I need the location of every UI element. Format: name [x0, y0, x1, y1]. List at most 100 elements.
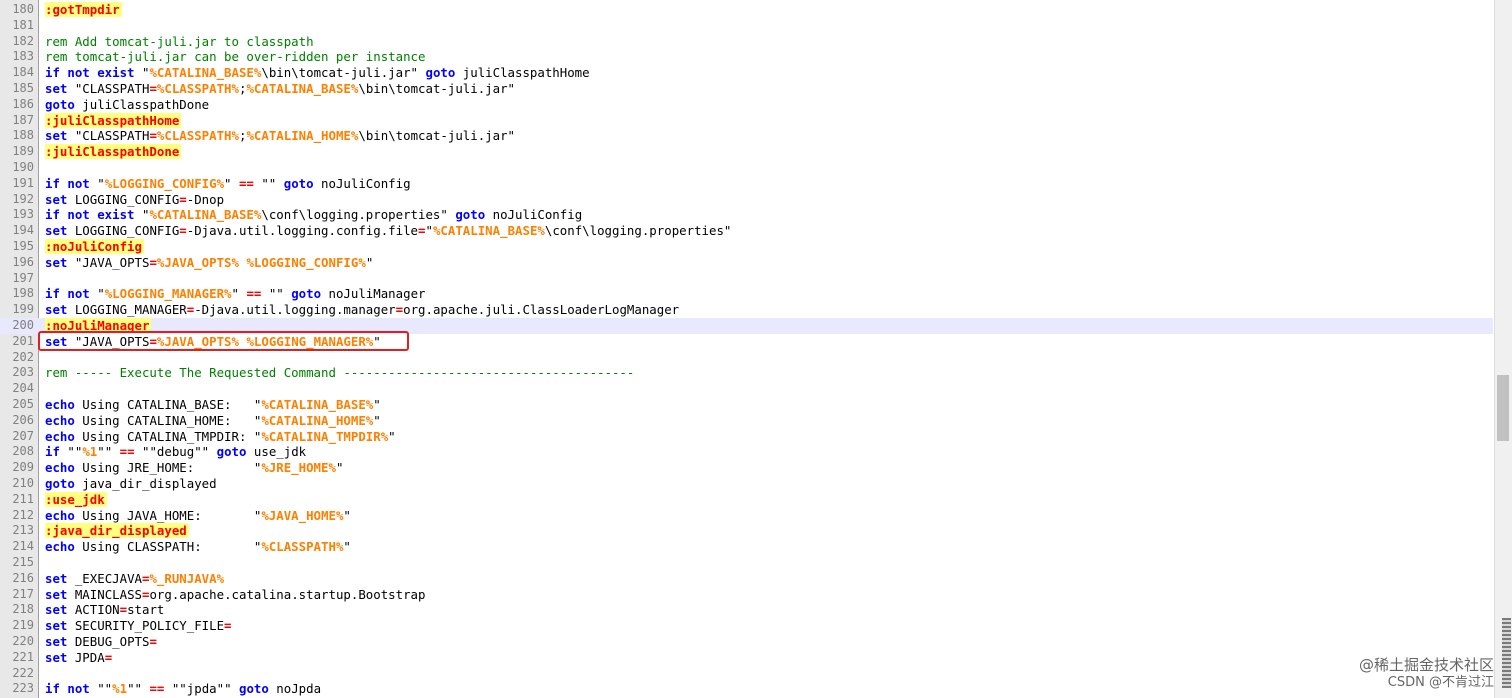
- code-line[interactable]: 223 if not ""%1"" == ""jpda"" goto noJpda: [0, 681, 1493, 697]
- code-line[interactable]: 194 set LOGGING_CONFIG=-Djava.util.loggin…: [0, 223, 1493, 239]
- code-token: set: [45, 649, 68, 665]
- vertical-scrollbar[interactable]: [1494, 0, 1512, 698]
- line-number: 195: [12, 239, 34, 253]
- code-line[interactable]: 202: [0, 350, 1493, 366]
- code-token: =: [149, 128, 157, 144]
- code-token: "": [127, 681, 150, 697]
- code-line[interactable]: 212 echo Using JAVA_HOME: "%JAVA_HOME%": [0, 508, 1493, 524]
- code-line[interactable]: 180:gotTmpdir: [0, 2, 1493, 18]
- code-line[interactable]: 217 set MAINCLASS=org.apache.catalina.sta…: [0, 587, 1493, 603]
- code-line[interactable]: 193 if not exist "%CATALINA_BASE%\conf\lo…: [0, 207, 1493, 223]
- line-number: 192: [12, 191, 34, 206]
- code-text: goto java_dir_displayed: [45, 476, 217, 492]
- code-token: goto: [425, 65, 456, 81]
- code-line[interactable]: 214 echo Using CLASSPATH: "%CLASSPATH%": [0, 539, 1493, 555]
- code-line[interactable]: 220 set DEBUG_OPTS=: [0, 634, 1493, 650]
- line-number: 201: [12, 333, 34, 348]
- code-line[interactable]: 216 set _EXECJAVA=%_RUNJAVA%: [0, 571, 1493, 587]
- code-line[interactable]: 209 echo Using JRE_HOME: "%JRE_HOME%": [0, 460, 1493, 476]
- code-token: -Djava.util.logging.manager: [194, 302, 396, 318]
- code-text: :juliClasspathDone: [45, 144, 182, 160]
- code-token: set: [45, 191, 68, 207]
- code-line[interactable]: 206 echo Using CATALINA_HOME: "%CATALINA_…: [0, 413, 1493, 429]
- code-token: \conf\logging.properties": [544, 223, 732, 239]
- code-line[interactable]: 219 set SECURITY_POLICY_FILE=: [0, 618, 1493, 634]
- code-token: Using CATALINA_TMPDIR: ": [74, 428, 262, 444]
- code-token: %CATALINA_BASE%: [432, 223, 545, 239]
- code-line[interactable]: 215: [0, 555, 1493, 571]
- code-text: echo Using JRE_HOME: "%JRE_HOME%": [45, 460, 343, 476]
- code-token: if not: [45, 175, 90, 191]
- code-line[interactable]: 198 if not "%LOGGING_MANAGER%" == "" goto…: [0, 286, 1493, 302]
- code-line[interactable]: 203 rem ----- Execute The Requested Comma…: [0, 365, 1493, 381]
- code-token: =: [418, 223, 426, 239]
- code-text: set ACTION=start: [45, 602, 164, 618]
- line-number: 209: [12, 460, 34, 475]
- code-token: noJuliConfig: [485, 207, 583, 223]
- code-token: JPDA: [67, 649, 105, 665]
- code-token: ": [343, 507, 351, 523]
- code-token: %CLASSPATH%: [261, 539, 344, 555]
- code-line[interactable]: 205 echo Using CATALINA_BASE: "%CATALINA_…: [0, 397, 1493, 413]
- code-line[interactable]: 181: [0, 18, 1493, 34]
- line-number: 215: [12, 555, 34, 569]
- code-text: if not exist "%CATALINA_BASE%\bin\tomcat…: [45, 65, 590, 81]
- code-line[interactable]: 196 set "JAVA_OPTS=%JAVA_OPTS% %LOGGING_C…: [0, 255, 1493, 271]
- code-line[interactable]: 218 set ACTION=start: [0, 602, 1493, 618]
- code-token: java_dir_displayed: [74, 476, 217, 491]
- code-token: "JAVA_OPTS: [67, 254, 150, 270]
- code-token: ==: [119, 444, 135, 460]
- code-token: ACTION: [67, 602, 120, 618]
- code-line[interactable]: 210 goto java_dir_displayed: [0, 476, 1493, 492]
- code-line[interactable]: 208 if ""%1"" == ""debug"" goto use_jdk: [0, 444, 1493, 460]
- code-line[interactable]: 195:noJuliConfig: [0, 239, 1493, 255]
- line-number: 184: [12, 65, 34, 80]
- code-text: if not "%LOGGING_MANAGER%" == "" goto no…: [45, 286, 425, 302]
- code-token: %LOGGING_CONFIG%: [104, 175, 225, 191]
- code-line[interactable]: 207 echo Using CATALINA_TMPDIR: "%CATALIN…: [0, 429, 1493, 445]
- code-token: "": [89, 681, 113, 697]
- code-line[interactable]: 192 set LOGGING_CONFIG=-Dnop: [0, 192, 1493, 208]
- code-token: ": [89, 175, 105, 191]
- code-text: set DEBUG_OPTS=: [45, 634, 157, 650]
- line-number: 197: [12, 270, 34, 285]
- code-token: ": [373, 397, 381, 412]
- watermark-line-2: CSDN @不肯过江: [1387, 675, 1494, 690]
- code-line[interactable]: 190: [0, 160, 1493, 176]
- code-token: ": [343, 539, 351, 555]
- code-line[interactable]: 199 set LOGGING_MANAGER =-Djava.util.loggi…: [0, 302, 1493, 318]
- line-number: 187: [12, 112, 34, 127]
- code-line[interactable]: 211:use_jdk: [0, 491, 1493, 508]
- code-line[interactable]: 188 set "CLASSPATH=%CLASSPATH%;%CATALINA_…: [0, 128, 1493, 144]
- code-line[interactable]: 221 set JPDA=: [0, 650, 1493, 666]
- code-token: set: [45, 223, 68, 239]
- code-token: set: [45, 634, 68, 649]
- code-token: :gotTmpdir: [45, 2, 122, 17]
- code-token: =: [149, 634, 157, 649]
- line-number: 218: [12, 602, 34, 617]
- code-line[interactable]: 213:java_dir_displayed: [0, 523, 1493, 539]
- code-line[interactable]: 184 if not exist "%CATALINA_BASE%\bin\tom…: [0, 65, 1493, 81]
- code-token: org.apache.catalina.startup.Bootstrap: [149, 586, 426, 602]
- line-number: 198: [12, 286, 34, 301]
- code-token: Using CATALINA_HOME: ": [74, 412, 262, 428]
- code-line[interactable]: 182 rem Add tomcat-juli.jar to classpath: [0, 34, 1493, 50]
- code-line[interactable]: 185 set "CLASSPATH=%CLASSPATH%;%CATALINA_…: [0, 81, 1493, 97]
- code-token: =: [179, 191, 187, 207]
- code-token: :use_jdk: [45, 491, 107, 507]
- scrollbar-thumb[interactable]: [1497, 375, 1509, 441]
- code-token: ": [335, 460, 344, 476]
- code-line[interactable]: 186 goto juliClasspathDone: [0, 97, 1493, 113]
- code-token: =: [179, 223, 187, 239]
- code-token: set: [45, 618, 68, 634]
- code-line[interactable]: 222: [0, 666, 1493, 682]
- code-line[interactable]: 187:juliClasspathHome: [0, 112, 1493, 129]
- code-token: %CATALINA_TMPDIR%: [261, 428, 389, 444]
- code-line[interactable]: 189:juliClasspathDone: [0, 144, 1493, 160]
- code-line[interactable]: 197: [0, 271, 1493, 287]
- code-editor[interactable]: 180:gotTmpdir 181 182 rem Add tomcat-juli.j…: [0, 0, 1495, 698]
- code-token: ": [365, 254, 374, 270]
- code-line[interactable]: 183 rem tomcat-juli.jar can be over-ridde…: [0, 49, 1493, 65]
- code-line[interactable]: 191 if not "%LOGGING_CONFIG%" == "" goto …: [0, 176, 1493, 192]
- code-line[interactable]: 204: [0, 381, 1493, 397]
